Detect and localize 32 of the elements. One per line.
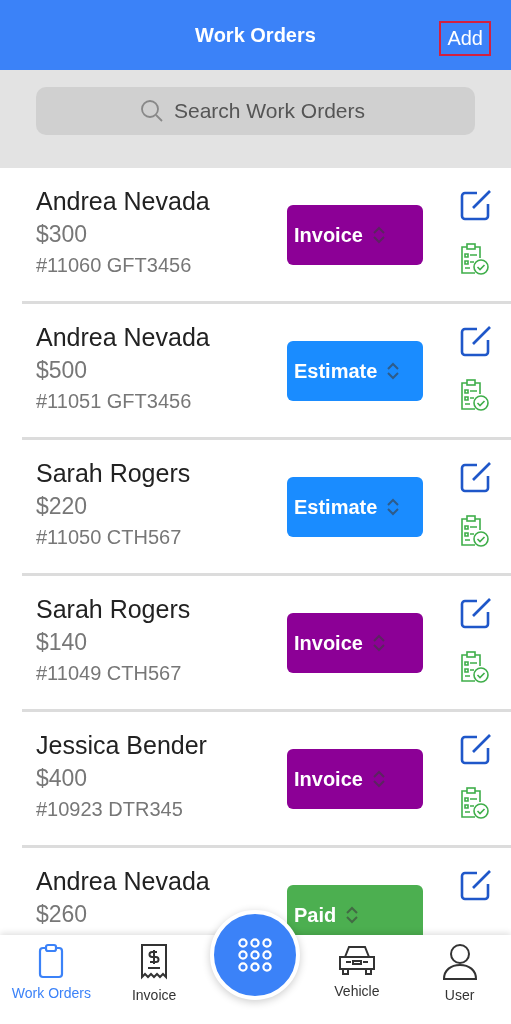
work-order-row[interactable]: Jessica Bender $400 #10923 DTR345 Invoice (22, 712, 511, 848)
order-reference: #11049 CTH567 (36, 661, 183, 686)
order-reference: #10923 DTR345 (36, 797, 184, 822)
work-order-row[interactable]: Andrea Nevada $300 #11060 GFT3456 Invoice (22, 168, 511, 304)
customer-name: Jessica Bender (36, 730, 208, 761)
tab-item[interactable]: Vehicle (305, 935, 409, 1024)
add-button[interactable]: Add (439, 21, 491, 56)
order-reference: #11060 GFT3456 (36, 253, 193, 278)
customer-name: Andrea Nevada (36, 322, 211, 353)
order-amount: $500 (36, 356, 89, 385)
order-amount: $300 (36, 220, 89, 249)
order-reference: #11051 GFT3456 (36, 389, 193, 414)
order-amount: $260 (36, 900, 89, 929)
status-dropdown[interactable]: Invoice (287, 749, 423, 809)
tab-item[interactable]: User (408, 935, 511, 1024)
customer-name: Sarah Rogers (36, 594, 192, 625)
work-order-row[interactable]: Sarah Rogers $140 #11049 CTH567 Invoice (22, 576, 511, 712)
order-reference: #11050 CTH567 (36, 525, 183, 550)
customer-name: Andrea Nevada (36, 866, 211, 897)
tab-item[interactable]: Work Orders (0, 935, 103, 1024)
order-amount: $140 (36, 628, 89, 657)
search-field[interactable]: Search Work Orders (36, 87, 475, 135)
status-dropdown[interactable]: Invoice (287, 205, 423, 265)
order-amount: $220 (36, 492, 89, 521)
customer-name: Andrea Nevada (36, 186, 211, 217)
order-amount: $400 (36, 764, 89, 793)
screen-title: Work Orders (195, 23, 316, 47)
work-order-row[interactable]: Sarah Rogers $220 #11050 CTH567 Estimate (22, 440, 511, 576)
customer-name: Sarah Rogers (36, 458, 192, 489)
tab-item[interactable]: Invoice (102, 935, 206, 1024)
work-order-row[interactable]: Andrea Nevada $500 #11051 GFT3456 Estimate (22, 304, 511, 440)
status-dropdown[interactable]: Invoice (287, 613, 423, 673)
